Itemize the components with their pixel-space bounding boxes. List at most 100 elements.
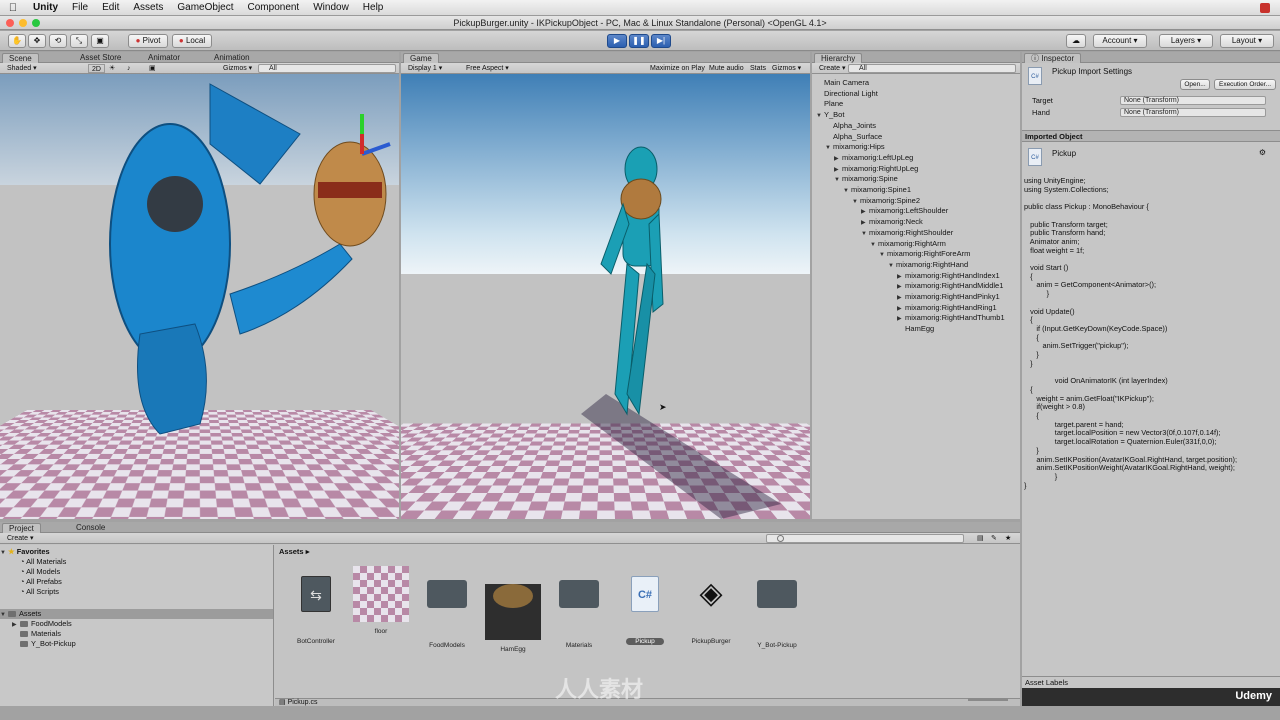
hierarchy-item[interactable]: ▼ mixamorig:Spine1 xyxy=(816,184,1020,195)
hierarchy-item[interactable]: ▼ mixamorig:Hips xyxy=(816,141,1020,152)
hierarchy-item[interactable]: Plane xyxy=(816,98,1020,109)
asset-folder[interactable]: Materials xyxy=(548,566,610,649)
project-breadcrumb[interactable]: Assets ▸ xyxy=(279,547,309,556)
scale-tool-button[interactable]: ⤡ xyxy=(70,34,88,48)
stats-toggle[interactable]: Stats xyxy=(747,64,769,73)
open-button[interactable]: Open... xyxy=(1180,79,1210,90)
tab-inspector[interactable]: ⓘ Inspector xyxy=(1024,53,1082,63)
game-viewport[interactable]: ➤ xyxy=(401,74,810,519)
hierarchy-item[interactable]: ▼ mixamorig:RightArm xyxy=(816,238,1020,249)
favorite-all-scripts[interactable]: ◔ All Scripts xyxy=(0,587,273,597)
project-search-input[interactable] xyxy=(766,534,964,543)
hierarchy-item[interactable]: ▶ mixamorig:RightHandIndex1 xyxy=(816,270,1020,281)
hierarchy-item[interactable]: ▶ mixamorig:RightHandPinky1 xyxy=(816,291,1020,302)
component-settings-icon[interactable]: ⚙ xyxy=(1259,148,1266,157)
asset-scene[interactable]: ◈ PickupBurger xyxy=(680,566,742,645)
tab-animator[interactable]: Animator xyxy=(142,53,186,63)
thumbnail-size-slider[interactable] xyxy=(968,698,1008,701)
step-button[interactable]: ▶| xyxy=(651,34,671,48)
hierarchy-item[interactable]: ▼ mixamorig:RightShoulder xyxy=(816,227,1020,238)
move-tool-button[interactable]: ✥ xyxy=(28,34,46,48)
hierarchy-item[interactable]: Alpha_Surface xyxy=(816,131,1020,142)
hand-tool-button[interactable]: ✋ xyxy=(8,34,26,48)
close-window-icon[interactable] xyxy=(6,19,14,27)
hierarchy-item[interactable]: Alpha_Joints xyxy=(816,120,1020,131)
rotate-tool-button[interactable]: ⟲ xyxy=(49,34,67,48)
asset-controller[interactable]: ⇆ BotController xyxy=(285,566,347,645)
tab-console[interactable]: Console xyxy=(70,523,111,533)
cloud-button[interactable]: ☁ xyxy=(1066,34,1086,48)
hierarchy-item[interactable]: ▶ mixamorig:Neck xyxy=(816,216,1020,227)
menu-edit[interactable]: Edit xyxy=(95,2,126,13)
menu-unity[interactable]: Unity xyxy=(26,2,65,13)
hierarchy-item[interactable]: ▶ mixamorig:RightUpLeg xyxy=(816,163,1020,174)
game-gizmos-dropdown[interactable]: Gizmos ▾ xyxy=(769,64,804,73)
project-create-dropdown[interactable]: Create ▾ xyxy=(4,534,36,543)
target-field[interactable]: None (Transform) xyxy=(1120,96,1266,105)
menu-component[interactable]: Component xyxy=(241,2,307,13)
tab-game[interactable]: Game xyxy=(403,53,439,63)
menu-gameobject[interactable]: GameObject xyxy=(170,2,240,13)
rect-tool-button[interactable]: ▣ xyxy=(91,34,109,48)
play-button[interactable]: ▶ xyxy=(607,34,627,48)
layout-dropdown[interactable]: Layout ▾ xyxy=(1220,34,1274,48)
pivot-toggle[interactable]: ● Pivot xyxy=(128,34,168,48)
hierarchy-item[interactable]: ▼ mixamorig:Spine xyxy=(816,173,1020,184)
effects-icon[interactable]: ▣ xyxy=(146,64,159,73)
tab-project[interactable]: Project xyxy=(2,523,41,533)
hierarchy-item[interactable]: Main Camera xyxy=(816,77,1020,88)
aspect-dropdown[interactable]: Free Aspect ▾ xyxy=(463,64,567,73)
minimize-window-icon[interactable] xyxy=(19,19,27,27)
hierarchy-search-input[interactable]: All xyxy=(848,64,1016,73)
hierarchy-item[interactable]: ▶ mixamorig:LeftUpLeg xyxy=(816,152,1020,163)
scene-viewport[interactable] xyxy=(0,74,399,519)
asset-script[interactable]: C# Pickup xyxy=(614,566,676,645)
favorite-all-prefabs[interactable]: ◔ All Prefabs xyxy=(0,577,273,587)
hierarchy-item[interactable]: ▼ mixamorig:RightForeArm xyxy=(816,248,1020,259)
hierarchy-item[interactable]: ▼ mixamorig:Spine2 xyxy=(816,195,1020,206)
hierarchy-item[interactable]: HamEgg xyxy=(816,323,1020,334)
menu-assets[interactable]: Assets xyxy=(126,2,170,13)
zoom-window-icon[interactable] xyxy=(32,19,40,27)
layers-dropdown[interactable]: Layers ▾ xyxy=(1159,34,1213,48)
shading-dropdown[interactable]: Shaded ▾ xyxy=(4,64,40,73)
hand-field[interactable]: None (Transform) xyxy=(1120,108,1266,117)
asset-folder[interactable]: FoodModels xyxy=(416,566,478,649)
mode-2d-toggle[interactable]: 2D xyxy=(88,64,105,73)
pause-button[interactable]: ❚❚ xyxy=(629,34,649,48)
local-toggle[interactable]: ● Local xyxy=(172,34,212,48)
scene-gizmos-dropdown[interactable]: Gizmos ▾ xyxy=(220,64,255,73)
hierarchy-item[interactable]: Directional Light xyxy=(816,88,1020,99)
tab-asset-store[interactable]: Asset Store xyxy=(74,53,127,63)
hierarchy-item[interactable]: ▶ mixamorig:RightHandRing1 xyxy=(816,302,1020,313)
execution-order-button[interactable]: Execution Order... xyxy=(1214,79,1276,90)
hierarchy-item[interactable]: ▶ mixamorig:LeftShoulder xyxy=(816,205,1020,216)
hierarchy-create-dropdown[interactable]: Create ▾ xyxy=(816,64,848,73)
lighting-icon[interactable]: ☀ xyxy=(106,64,118,73)
hierarchy-item[interactable]: ▼ Y_Bot xyxy=(816,109,1020,120)
filter-type-icon[interactable]: ▤ xyxy=(974,534,987,543)
scene-search-input[interactable]: All xyxy=(258,64,396,73)
mute-audio-toggle[interactable]: Mute audio xyxy=(706,64,747,73)
favorites-header[interactable]: ▼ ★ Favorites xyxy=(0,547,273,557)
favorite-all-materials[interactable]: ◔ All Materials xyxy=(0,557,273,567)
display-dropdown[interactable]: Display 1 ▾ xyxy=(405,64,445,73)
asset-folder[interactable]: Y_Bot-Pickup xyxy=(746,566,808,649)
menu-window[interactable]: Window xyxy=(306,2,356,13)
menu-help[interactable]: Help xyxy=(356,2,391,13)
hierarchy-item[interactable]: ▼ mixamorig:RightHand xyxy=(816,259,1020,270)
favorite-star-icon[interactable]: ★ xyxy=(1002,534,1014,543)
asset-material[interactable]: floor xyxy=(350,566,412,635)
assets-root[interactable]: ▼ Assets xyxy=(0,609,273,619)
favorite-all-models[interactable]: ◔ All Models xyxy=(0,567,273,577)
audio-icon[interactable]: ♪ xyxy=(124,64,134,73)
menu-file[interactable]: File xyxy=(65,2,95,13)
maximize-on-play-toggle[interactable]: Maximize on Play xyxy=(647,64,708,73)
account-dropdown[interactable]: Account ▾ xyxy=(1093,34,1147,48)
tab-scene[interactable]: Scene xyxy=(2,53,39,63)
tab-hierarchy[interactable]: Hierarchy xyxy=(814,53,863,63)
tab-animation[interactable]: Animation xyxy=(208,53,256,63)
apple-icon[interactable]:  xyxy=(0,2,26,14)
folder-materials[interactable]: Materials xyxy=(0,629,273,639)
folder-foodmodels[interactable]: ▶ FoodModels xyxy=(0,619,273,629)
